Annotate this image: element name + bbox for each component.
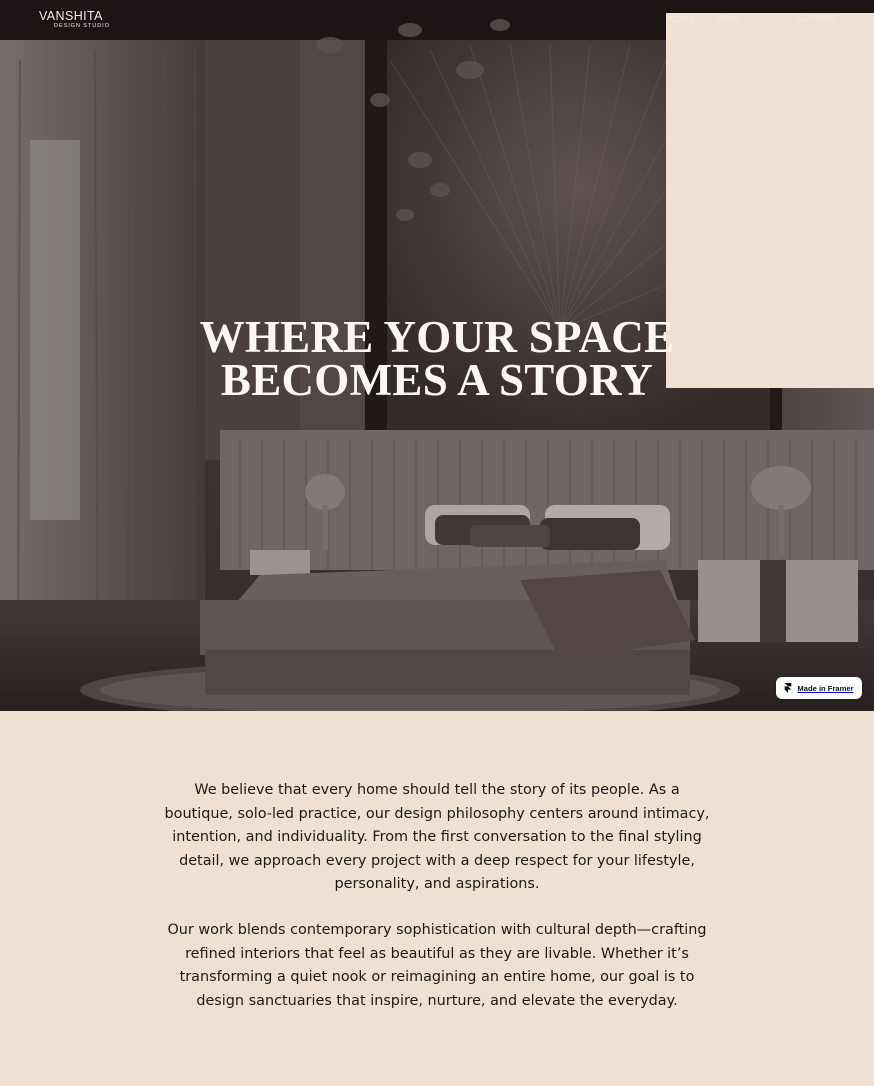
- hero-title-line-2: BECOMES A STORY: [220, 355, 654, 405]
- made-in-framer-badge[interactable]: Made in Framer: [776, 677, 862, 699]
- brand-logo[interactable]: VANSHITA DESIGN STUDIO: [39, 10, 110, 29]
- top-nav: About Work Contact: [666, 12, 874, 388]
- hero-section: VANSHITA DESIGN STUDIO About Work Contac…: [0, 0, 874, 711]
- nav-link-contact[interactable]: Contact: [797, 12, 835, 24]
- hero-title: WHERE YOUR SPACE BECOMES A STORY: [0, 315, 874, 405]
- logo-wordmark: VANSHITA: [39, 9, 103, 23]
- about-section: We believe that every home should tell t…: [0, 711, 874, 1086]
- about-paragraph-2: Our work blends contemporary sophisticat…: [167, 922, 707, 1009]
- framer-icon: [785, 683, 792, 693]
- about-paragraph-1: We believe that every home should tell t…: [164, 782, 710, 893]
- badge-label: Made in Framer: [797, 683, 854, 693]
- nav-link-work[interactable]: Work: [715, 13, 740, 25]
- logo-subtitle: DESIGN STUDIO: [54, 23, 110, 29]
